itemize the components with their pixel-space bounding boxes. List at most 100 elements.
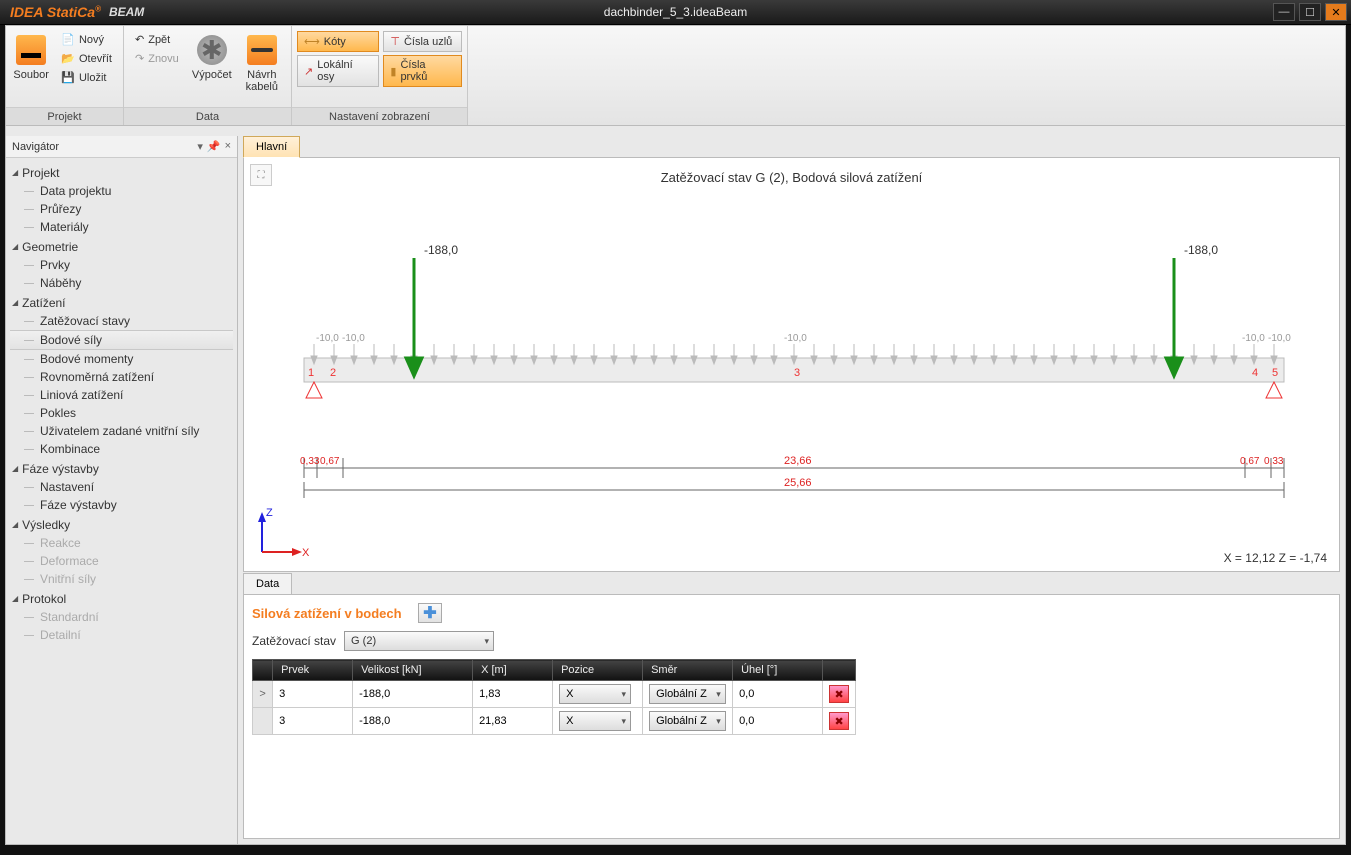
table-row[interactable]: >3-188,01,83XGlobální Z0,0✖ <box>253 681 856 708</box>
svg-text:1: 1 <box>308 367 314 379</box>
position-select[interactable]: X <box>559 711 631 731</box>
tree-item[interactable]: Zatěžovací stavy <box>10 312 233 330</box>
save-button[interactable]: 💾Uložit <box>55 69 118 86</box>
column-header[interactable]: Úhel [°] <box>733 660 823 681</box>
svg-text:-10,0: -10,0 <box>316 333 339 344</box>
title-bar: IDEA StatiCa® BEAM dachbinder_5_3.ideaBe… <box>0 0 1351 25</box>
svg-text:5: 5 <box>1272 367 1278 379</box>
toggle-dimensions[interactable]: ⟷Kóty <box>297 31 379 52</box>
open-button[interactable]: 📂Otevřít <box>55 50 118 67</box>
point-loads-table: PrvekVelikost [kN]X [m]PoziceSměrÚhel [°… <box>252 659 856 735</box>
toggle-node-numbers[interactable]: ⊤Čísla uzlů <box>383 31 462 52</box>
beam-diagram: 1 2 3 4 5 <box>244 158 1334 558</box>
tree-item[interactable]: Prvky <box>10 256 233 274</box>
document-title: dachbinder_5_3.ideaBeam <box>604 5 747 19</box>
cursor-coordinates: X = 12,12 Z = -1,74 <box>1224 551 1327 565</box>
svg-text:-10,0: -10,0 <box>342 333 365 344</box>
column-header[interactable]: Velikost [kN] <box>353 660 473 681</box>
column-header[interactable]: Pozice <box>553 660 643 681</box>
app-product: BEAM <box>109 5 144 19</box>
tree-item[interactable]: Nastavení <box>10 478 233 496</box>
tree-item[interactable]: Kombinace <box>10 440 233 458</box>
tree-item[interactable]: Materiály <box>10 218 233 236</box>
svg-text:-188,0: -188,0 <box>1184 243 1218 257</box>
tree-item[interactable]: Data projektu <box>10 182 233 200</box>
calculate-button[interactable]: Výpočet <box>187 29 237 87</box>
delete-row-button[interactable]: ✖ <box>829 712 849 730</box>
data-panel: Silová zatížení v bodech ✚ Zatěžovací st… <box>243 594 1340 839</box>
direction-select[interactable]: Globální Z <box>649 711 726 731</box>
tree-item[interactable]: Bodové momenty <box>10 350 233 368</box>
tree-item[interactable]: Rovnoměrná zatížení <box>10 368 233 386</box>
tree-item: Detailní <box>10 626 233 644</box>
position-select[interactable]: X <box>559 684 631 704</box>
pin-icon[interactable]: 📌 <box>207 140 221 153</box>
tree-item: Reakce <box>10 534 233 552</box>
svg-text:0,33: 0,33 <box>300 456 320 467</box>
svg-text:23,66: 23,66 <box>784 455 812 467</box>
tree-item[interactable]: Liniová zatížení <box>10 386 233 404</box>
toggle-local-axes[interactable]: ↗Lokální osy <box>297 55 379 87</box>
tree-group[interactable]: Výsledky <box>10 516 233 534</box>
tree-item[interactable]: Uživatelem zadané vnitřní síly <box>10 422 233 440</box>
new-button[interactable]: 📄Nový <box>55 31 118 48</box>
tree-item[interactable]: Pokles <box>10 404 233 422</box>
tab-main[interactable]: Hlavní <box>243 136 300 158</box>
column-header[interactable]: X [m] <box>473 660 553 681</box>
tree-group[interactable]: Geometrie <box>10 238 233 256</box>
svg-text:-188,0: -188,0 <box>424 243 458 257</box>
tree-item: Standardní <box>10 608 233 626</box>
ribbon: Soubor 📄Nový 📂Otevřít 💾Uložit Projekt ↶Z… <box>6 26 1345 126</box>
file-icon <box>16 35 46 65</box>
loadcase-select[interactable]: G (2) <box>344 631 494 651</box>
tree-item: Deformace <box>10 552 233 570</box>
file-menu-button[interactable]: Soubor <box>9 29 53 87</box>
column-header[interactable]: Prvek <box>273 660 353 681</box>
minimize-button[interactable]: — <box>1273 3 1295 21</box>
tendon-design-button[interactable]: Návrh kabelů <box>237 29 287 99</box>
maximize-button[interactable]: ☐ <box>1299 3 1321 21</box>
delete-row-button[interactable]: ✖ <box>829 685 849 703</box>
tree-item[interactable]: Náběhy <box>10 274 233 292</box>
tree-group[interactable]: Protokol <box>10 590 233 608</box>
svg-text:4: 4 <box>1252 367 1258 379</box>
direction-select[interactable]: Globální Z <box>649 684 726 704</box>
navigator-tree: ProjektData projektuPrůřezyMateriály Geom… <box>6 158 237 844</box>
tree-group[interactable]: Zatížení <box>10 294 233 312</box>
redo-button[interactable]: ↷Znovu <box>129 50 185 67</box>
svg-text:-10,0: -10,0 <box>1242 333 1265 344</box>
app-brand: IDEA StatiCa® <box>10 4 101 20</box>
tendon-icon <box>247 35 277 65</box>
gear-icon <box>197 35 227 65</box>
tree-item: Vnitřní síly <box>10 570 233 588</box>
table-row[interactable]: 3-188,021,83XGlobální Z0,0✖ <box>253 708 856 735</box>
panel-close-icon[interactable]: × <box>225 140 231 153</box>
column-header[interactable]: Směr <box>643 660 733 681</box>
svg-text:-10,0: -10,0 <box>1268 333 1291 344</box>
svg-text:25,66: 25,66 <box>784 477 812 489</box>
tree-group[interactable]: Fáze výstavby <box>10 460 233 478</box>
loadcase-label: Zatěžovací stav <box>252 634 336 648</box>
ribbon-group-label: Projekt <box>6 107 123 125</box>
close-button[interactable]: ✕ <box>1325 3 1347 21</box>
tree-item[interactable]: Bodové síly <box>10 330 233 350</box>
navigator-title: Navigátor <box>12 141 59 153</box>
tree-item[interactable]: Průřezy <box>10 200 233 218</box>
visualization-panel: ⛶ Zatěžovací stav G (2), Bodová silová z… <box>243 157 1340 572</box>
tree-item[interactable]: Fáze výstavby <box>10 496 233 514</box>
undo-button[interactable]: ↶Zpět <box>129 31 185 48</box>
add-row-button[interactable]: ✚ <box>418 603 442 623</box>
ribbon-group-label: Data <box>124 107 291 125</box>
svg-text:Z: Z <box>266 507 273 519</box>
ribbon-group-label: Nastavení zobrazení <box>292 107 467 125</box>
toggle-element-numbers[interactable]: ▮Čísla prvků <box>383 55 462 87</box>
tab-data[interactable]: Data <box>243 573 292 595</box>
svg-text:0,67: 0,67 <box>1240 456 1260 467</box>
data-panel-title: Silová zatížení v bodech <box>252 606 402 621</box>
svg-text:-10,0: -10,0 <box>784 333 807 344</box>
tree-group[interactable]: Projekt <box>10 164 233 182</box>
panel-menu-icon[interactable]: ▾ <box>197 140 203 153</box>
svg-text:2: 2 <box>330 367 336 379</box>
svg-text:X: X <box>302 547 310 558</box>
svg-text:3: 3 <box>794 367 800 379</box>
